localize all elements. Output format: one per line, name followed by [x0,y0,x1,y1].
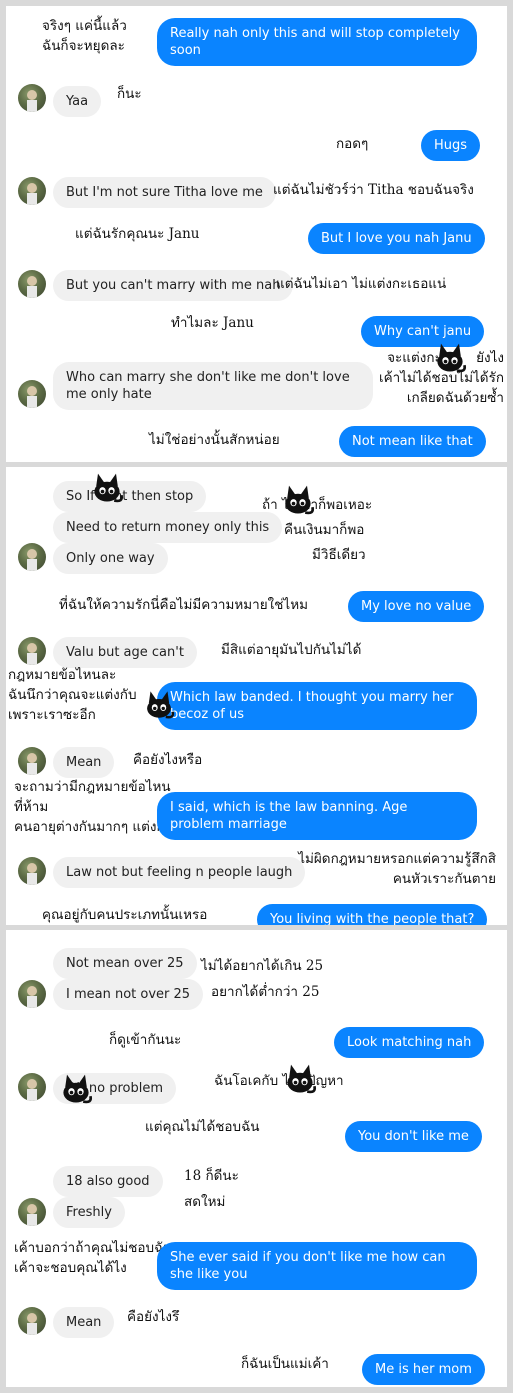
message-in-who-marry[interactable]: Who can marry she don't like me don't lo… [53,362,373,410]
message-out-which-law[interactable]: Which law banded. I thought you marry he… [157,682,477,730]
translation-cant-marry: แต่ฉันไม่เอา ไม่แต่งกะเธอแน่ [276,276,447,292]
contact-avatar-icon[interactable] [18,637,46,665]
message-in-law-not[interactable]: Law not but feeling n people laugh [53,857,306,888]
black-cat-sticker-icon [142,688,176,722]
translation-so-if: ถ้า ไม่เอาก็พอเหอะ [262,497,373,513]
translation-freshly: สดใหม่ [184,1194,226,1210]
message-in-mean-2[interactable]: Mean [53,1307,115,1338]
contact-avatar-icon[interactable] [18,1198,46,1226]
translation-you-living: คุณอยู่กับคนประเภทนั้นเหรอ [42,907,208,923]
message-in-so-if[interactable]: So If cant then stop [53,481,207,512]
black-cat-sticker-icon [58,1071,94,1107]
message-in-mean[interactable]: Mean [53,747,115,778]
message-out-love-no-value[interactable]: My love no value [348,591,485,622]
message-in-eighteen[interactable]: 18 also good [53,1166,163,1197]
message-in-mean-over[interactable]: I mean not over 25 [53,979,204,1010]
message-in-not-sure[interactable]: But I'm not sure Titha love me [53,177,276,208]
translation-mom: ก็ฉันเป็นแม่เค้า [241,1356,329,1372]
translation-one-way: มีวิธีเดียว [312,547,366,563]
contact-avatar-icon[interactable] [18,980,46,1008]
black-cat-sticker-icon [432,340,468,376]
contact-avatar-icon[interactable] [18,177,46,205]
message-in-yaa[interactable]: Yaa [53,86,102,117]
chat-panel-1: จริงๆ แค่นี้แล้ว ฉันก็จะหยุดละ Really na… [6,6,507,462]
translation-yaa: ก็นะ [117,86,142,102]
chat-panel-3: Not mean over 25 ไม่ได้อยากได้เกิน 25 I … [6,930,507,1387]
translation-i-love: แต่ฉันรักคุณนะ Janu [75,226,200,242]
message-out-matching[interactable]: Look matching nah [334,1027,485,1058]
translation-mean-over: อยากได้ต่ำกว่า 25 [211,984,320,1000]
translation-she-said: เค้าบอกว่าถ้าคุณไม่ชอบฉัน เค้าจะชอบคุณได… [14,1240,173,1276]
message-out-mom[interactable]: Me is her mom [362,1354,485,1385]
message-out-hugs[interactable]: Hugs [421,130,481,161]
message-out-you-living[interactable]: You living with the people that? [257,904,488,925]
message-out-i-said[interactable]: I said, which is the law banning. Age pr… [157,792,477,840]
message-out-not-mean[interactable]: Not mean like that [339,426,486,457]
translation-i-said: จะถามว่ามีกฎหมายข้อไหน ที่ห้าม คนอายุต่า… [14,779,174,835]
message-in-cant-marry[interactable]: But you can't marry with me nah [53,270,294,301]
translation-not-sure: แต่ฉันไม่ชัวร์ว่า Titha ชอบฉันจริง [273,182,474,198]
contact-avatar-icon[interactable] [18,84,46,112]
message-in-return-money[interactable]: Need to return money only this [53,512,283,543]
translation-ok-problem: ฉันโอเคกับ ไม่มีปัญหา [214,1073,344,1089]
translation-mean-2: คือยังไงรึ [127,1309,180,1325]
contact-avatar-icon[interactable] [18,747,46,775]
translation-not-over: ไม่ได้อยากได้เกิน 25 [201,958,324,974]
message-in-not-over[interactable]: Not mean over 25 [53,948,197,979]
black-cat-sticker-icon [89,470,125,506]
translation-really-nah: จริงๆ แค่นี้แล้ว ฉันก็จะหยุดละ [42,18,127,54]
translation-matching: ก็ดูเข้ากันนะ [109,1032,182,1048]
message-out-she-said[interactable]: She ever said if you don't like me how c… [157,1242,477,1290]
contact-avatar-icon[interactable] [18,270,46,298]
translation-return-money: คืนเงินมาก็พอ [284,522,365,538]
message-in-one-way[interactable]: Only one way [53,543,168,574]
translation-not-mean: ไม่ใช่อย่างนั้นสักหน่อย [149,432,280,448]
message-in-valu[interactable]: Valu but age can't [53,637,197,668]
translation-why: ทำไมละ Janu [171,315,254,331]
translation-valu: มีสิแต่อายุมันไปกันไม่ได้ [221,642,362,658]
contact-avatar-icon[interactable] [18,1073,46,1101]
translation-love-no-value: ที่ฉันให้ความรักนี่คือไม่มีความหมายใช่ไห… [59,597,309,613]
translation-hugs: กอดๆ [336,136,369,152]
translation-dont-like: แต่คุณไม่ได้ชอบฉัน [145,1119,260,1135]
black-cat-sticker-icon [280,482,316,518]
message-out-really-nah[interactable]: Really nah only this and will stop compl… [157,18,477,66]
message-out-dont-like[interactable]: You don't like me [345,1121,482,1152]
contact-avatar-icon[interactable] [18,857,46,885]
message-in-freshly[interactable]: Freshly [53,1197,125,1228]
chat-panel-2: So If cant then stop ถ้า ไม่เอาก็พอเหอะ … [6,467,507,925]
translation-which-law: กฎหมายข้อไหนละ ฉันนึกว่าคุณจะแต่งกับ เพร… [8,667,137,723]
translation-mean: คือยังไงหรือ [133,752,203,768]
contact-avatar-icon[interactable] [18,380,46,408]
black-cat-sticker-icon [282,1061,318,1097]
message-out-i-love[interactable]: But I love you nah Janu [308,223,485,254]
contact-avatar-icon[interactable] [18,1307,46,1335]
contact-avatar-icon[interactable] [18,543,46,571]
translation-law-not: ไม่ผิดกฎหมายหรอกแต่ความรู้สึกสิ คนหัวเรา… [298,851,496,887]
translation-eighteen: 18 ก็ดีนะ [184,1168,239,1184]
